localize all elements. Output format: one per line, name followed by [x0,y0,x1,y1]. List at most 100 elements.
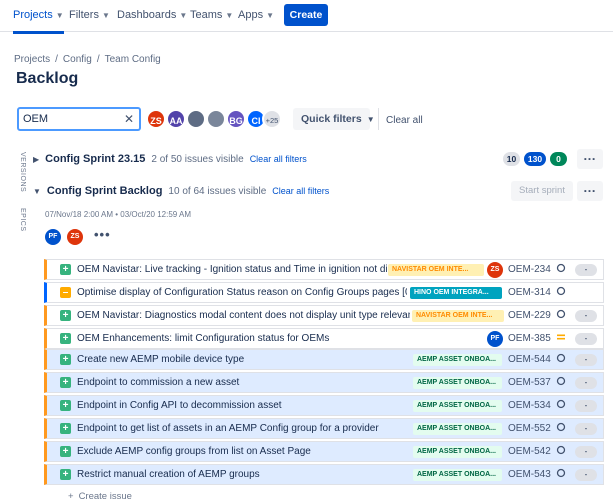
sprint-header[interactable]: ▼ Config Sprint Backlog 10 of 64 issues vi… [33,185,329,201]
priority-icon [556,376,566,386]
issue-summary: Endpoint to commission a new asset [77,377,240,388]
nav-filters[interactable]: Filters ▼ [69,9,110,21]
chevron-down-icon: ▼ [179,11,188,20]
avatar-zs[interactable]: ZS [146,109,166,129]
nav-projects[interactable]: Projects ▼ [13,9,64,34]
issue-row[interactable]: + Exclude AEMP config groups from list o… [44,441,604,462]
chevron-down-icon: ▼ [366,115,375,124]
task-icon: – [60,287,71,298]
clear-filters-link[interactable]: Clear all filters [250,154,307,164]
versions-panel-toggle[interactable]: VERSIONS [19,152,26,192]
epic-label[interactable]: NAVISTAR OEM INTE... [412,310,504,322]
issue-key[interactable]: OEM-385 [508,333,551,344]
estimate-badge[interactable]: - [575,310,597,322]
chevron-right-icon[interactable]: ▶ [33,155,39,164]
issue-row[interactable]: + Endpoint to get list of assets in an A… [44,418,604,439]
issue-key[interactable]: OEM-537 [508,377,551,388]
issue-row[interactable]: – Optimise display of Configuration Stat… [44,282,604,303]
epic-label[interactable]: AEMP ASSET ONBOA... [413,423,502,435]
search-input[interactable] [23,112,121,126]
breadcrumb-separator: / [96,54,100,65]
members-more-icon[interactable]: ••• [94,227,111,242]
status-badge-done: 0 [550,152,567,166]
avatar-more[interactable]: +25 [262,109,282,129]
issue-key[interactable]: OEM-552 [508,423,551,434]
avatar-bg[interactable]: BG [226,109,246,129]
epic-label[interactable]: AEMP ASSET ONBOA... [413,400,502,412]
create-issue-button[interactable]: + Create issue [68,491,132,500]
close-icon[interactable]: ✕ [124,112,134,126]
issue-row[interactable]: + Endpoint to commission a new asset AEM… [44,372,604,393]
assignee-avatar[interactable]: PF [487,331,503,347]
sprint-more-button[interactable]: … [577,149,603,169]
search-field[interactable]: ✕ [17,107,141,131]
estimate-badge[interactable]: - [575,469,597,481]
sprint-issue-count: 2 of 50 issues visible [151,154,244,165]
issue-row[interactable]: + OEM Navistar: Diagnostics modal conten… [44,305,604,326]
assignee-avatar[interactable]: ZS [487,262,503,278]
estimate-badge[interactable]: - [575,354,597,366]
create-button[interactable]: Create [284,4,328,26]
estimate-badge[interactable]: - [575,264,597,276]
breadcrumb-separator: / [55,54,58,65]
sprint-issue-count: 10 of 64 issues visible [168,186,267,197]
issue-summary: Create new AEMP mobile device type [77,354,245,365]
breadcrumb-projects[interactable]: Projects [14,54,50,65]
priority-medium-icon [557,334,565,340]
estimate-badge[interactable]: - [575,446,597,458]
chevron-down-icon[interactable]: ▼ [33,187,41,196]
sprint-more-button[interactable]: … [577,181,603,201]
status-badge-inprogress: 130 [524,152,546,166]
avatar-photo[interactable] [186,109,206,129]
issue-key[interactable]: OEM-314 [508,287,551,298]
epics-panel-toggle[interactable]: EPICS [19,208,26,232]
story-icon: + [60,400,71,411]
epic-label[interactable]: AEMP ASSET ONBOA... [413,377,502,389]
story-icon: + [60,264,71,275]
story-icon: + [60,469,71,480]
issue-key[interactable]: OEM-534 [508,400,551,411]
nav-teams[interactable]: Teams ▼ [190,9,233,21]
story-icon: + [60,423,71,434]
clear-filters-link[interactable]: Clear all filters [272,186,329,196]
breadcrumb-team-config[interactable]: Team Config [105,54,161,65]
issue-row[interactable]: + Create new AEMP mobile device type AEM… [44,349,604,370]
issue-row[interactable]: + OEM Enhancements: limit Configuration … [44,328,604,349]
sprint-name: Config Sprint Backlog [46,185,163,197]
clear-all-button[interactable]: Clear all [386,115,423,126]
issue-summary: OEM Navistar: Diagnostics modal content … [77,310,410,321]
issue-row[interactable]: + Restrict manual creation of AEMP group… [44,464,604,485]
issue-key[interactable]: OEM-229 [508,310,551,321]
epic-label[interactable]: AEMP ASSET ONBOA... [413,446,502,458]
issue-row[interactable]: + Endpoint in Config API to decommission… [44,395,604,416]
sprint-name: Config Sprint 23.15 [45,153,146,165]
issue-summary: Endpoint in Config API to decommission a… [77,400,282,411]
story-icon: + [60,377,71,388]
issue-key[interactable]: OEM-543 [508,469,551,480]
avatar-photo[interactable] [206,109,226,129]
epic-label[interactable]: AEMP ASSET ONBOA... [413,354,502,366]
breadcrumb-config[interactable]: Config [63,54,92,65]
member-avatar-pf[interactable]: PF [45,229,61,245]
story-icon: + [60,354,71,365]
issue-row[interactable]: + OEM Navistar: Live tracking - Ignition… [44,259,604,280]
avatar-aa[interactable]: AA [166,109,186,129]
estimate-badge[interactable]: - [575,400,597,412]
issue-key[interactable]: OEM-234 [508,264,551,275]
nav-projects-label: Projects [13,9,53,21]
nav-apps[interactable]: Apps ▼ [238,9,274,21]
start-sprint-button[interactable]: Start sprint [511,181,573,201]
sprint-header[interactable]: ▶ Config Sprint 23.15 2 of 50 issues visib… [33,153,307,169]
epic-label[interactable]: NAVISTAR OEM INTE... [388,264,484,276]
epic-label[interactable]: HINO OEM INTEGRA... [410,287,502,299]
quick-filters-button[interactable]: Quick filters ▼ [293,108,375,130]
priority-icon [556,468,566,478]
estimate-badge[interactable]: - [575,377,597,389]
issue-key[interactable]: OEM-542 [508,446,551,457]
nav-dashboards[interactable]: Dashboards ▼ [117,9,187,21]
estimate-badge[interactable]: - [575,333,597,345]
issue-key[interactable]: OEM-544 [508,354,551,365]
member-avatar-zs[interactable]: ZS [67,229,83,245]
epic-label[interactable]: AEMP ASSET ONBOA... [413,469,502,481]
estimate-badge[interactable]: - [575,423,597,435]
